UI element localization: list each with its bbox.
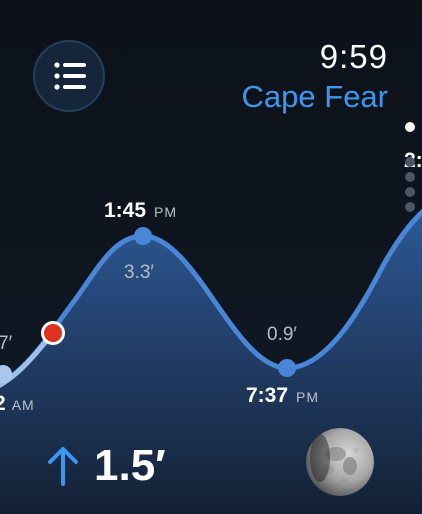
page-dot-4[interactable] [405,187,415,197]
moon-phase-icon[interactable] [306,428,374,496]
tide-height-low: 0.9′ [267,324,297,345]
tide-screen: 7′ 2AM 1:45PM 3.3′ 0.9′ 7:37PM 2: 9:59 C… [0,0,422,514]
current-tide: 1.5′ [46,438,166,494]
current-tide-height: 1.5′ [94,441,166,490]
menu-list-icon [54,62,86,90]
tide-point-low[interactable] [278,359,296,377]
page-dot-2[interactable] [405,157,415,167]
page-dot-1[interactable] [405,122,415,132]
clock-time: 9:59 [319,38,388,75]
arrow-up-icon [48,447,78,486]
menu-button[interactable] [33,40,105,112]
page-dot-5[interactable] [405,202,415,212]
tide-point-high[interactable] [134,227,152,245]
page-dot-3[interactable] [405,172,415,182]
tide-time-high: 1:45 PM [104,199,177,222]
tide-height-high: 3.3′ [124,262,154,283]
location-name[interactable]: Cape Fear [242,79,388,115]
current-position-dot-inner [44,324,62,342]
tide-height-prev: 7′ [0,333,13,354]
